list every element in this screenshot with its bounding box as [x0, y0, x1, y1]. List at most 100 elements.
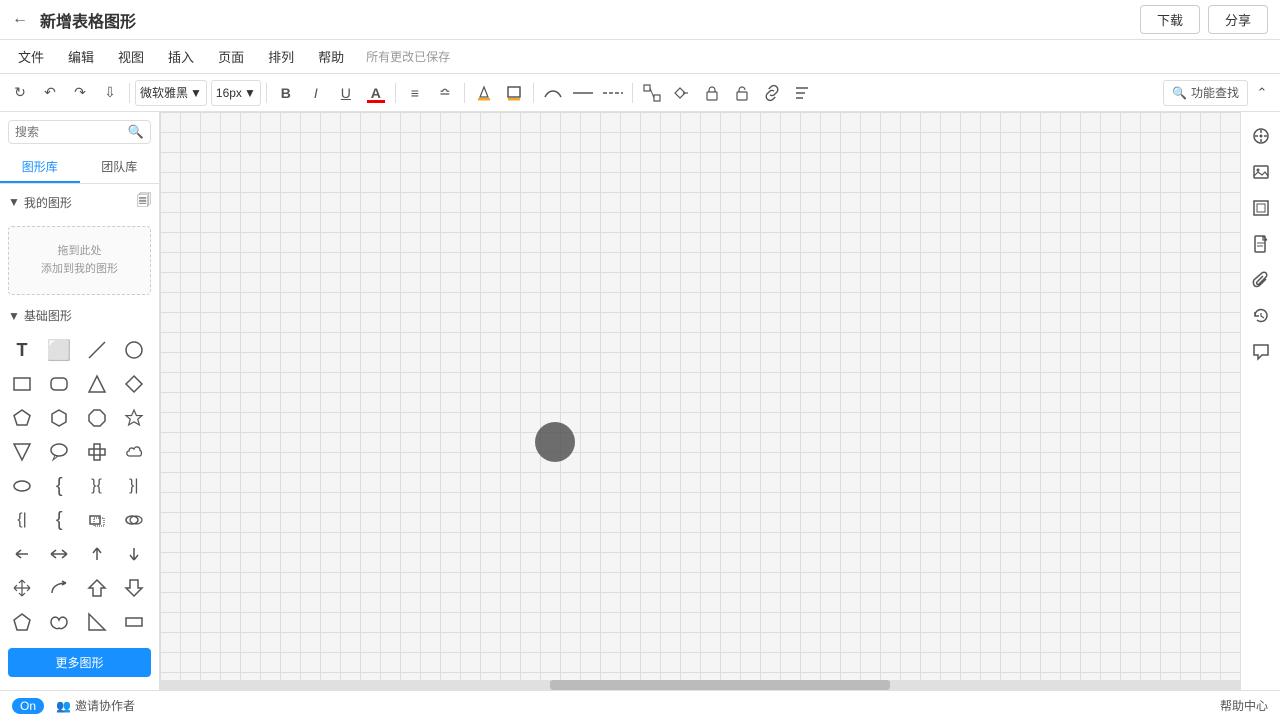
shape-rect2[interactable]	[81, 504, 113, 536]
shape-text[interactable]: T	[6, 334, 38, 366]
shape-extra-3[interactable]	[81, 606, 113, 638]
list-button[interactable]: ≏	[431, 80, 459, 106]
shape-rounded-rect[interactable]	[43, 368, 75, 400]
curved-line-button[interactable]	[539, 80, 567, 106]
menu-insert[interactable]: 插入	[158, 43, 204, 70]
canvas-area[interactable]	[160, 112, 1240, 690]
shape-cross[interactable]	[81, 436, 113, 468]
refresh-button[interactable]: ↻	[6, 80, 34, 106]
shape-oval2[interactable]	[118, 504, 150, 536]
shape-arrow-quad[interactable]	[6, 572, 38, 604]
compass-button[interactable]	[1245, 120, 1277, 152]
shape-rectangle[interactable]	[6, 368, 38, 400]
shape-brace2[interactable]: {	[43, 504, 75, 536]
dashed-line-button[interactable]	[599, 80, 627, 106]
separator-6	[632, 83, 633, 103]
stroke-color-button[interactable]	[500, 80, 528, 106]
menu-help[interactable]: 帮助	[308, 43, 354, 70]
frame-button[interactable]	[1245, 192, 1277, 224]
frame-icon	[1252, 199, 1270, 217]
shape-rect-wide[interactable]	[118, 606, 150, 638]
function-search[interactable]: 🔍 功能查找	[1163, 80, 1248, 106]
menu-page[interactable]: 页面	[208, 43, 254, 70]
attach-button[interactable]	[1245, 264, 1277, 296]
connect-button[interactable]	[638, 80, 666, 106]
separator-1	[129, 83, 130, 103]
my-shapes-add-icon[interactable]: 🗐	[137, 190, 151, 214]
lock-button[interactable]	[698, 80, 726, 106]
align-button[interactable]: ≡	[401, 80, 429, 106]
document-button[interactable]	[1245, 228, 1277, 260]
my-shapes-drop-area: 拖到此处 添加到我的图形	[8, 226, 151, 295]
shape-arrow-up2[interactable]	[81, 572, 113, 604]
menu-edit[interactable]: 编辑	[58, 43, 104, 70]
comment-button[interactable]	[1245, 336, 1277, 368]
shape-oval[interactable]	[6, 470, 38, 502]
bold-button[interactable]: B	[272, 80, 300, 106]
shape-arrow-down[interactable]	[118, 538, 150, 570]
redo-button[interactable]: ↷	[66, 80, 94, 106]
image-button[interactable]	[1245, 156, 1277, 188]
collapse-toolbar-button[interactable]: ⌃	[1250, 80, 1274, 106]
shape-arrow-up[interactable]	[81, 538, 113, 570]
undo-button[interactable]: ↶	[36, 80, 64, 106]
font-family-dropdown[interactable]: 微软雅黑 ▼	[135, 80, 207, 106]
shape-octagon[interactable]	[81, 402, 113, 434]
shape-down-triangle[interactable]	[6, 436, 38, 468]
shape-callout[interactable]	[43, 436, 75, 468]
shape-bracket[interactable]: }|	[118, 470, 150, 502]
shape-brace-mid[interactable]: }{	[81, 470, 113, 502]
clear-button[interactable]: ⇩	[96, 80, 124, 106]
basic-shapes-label: 基础图形	[24, 307, 72, 324]
format-button[interactable]	[788, 80, 816, 106]
shape-circle[interactable]	[118, 334, 150, 366]
link-button[interactable]	[758, 80, 786, 106]
shape-star[interactable]	[118, 402, 150, 434]
shape-pentagon[interactable]	[6, 402, 38, 434]
horizontal-scrollbar[interactable]	[160, 680, 1240, 690]
font-size-dropdown[interactable]: 16px ▼	[211, 80, 261, 106]
shape-arrow-down2[interactable]	[118, 572, 150, 604]
shape-line[interactable]	[81, 334, 113, 366]
straight-line-button[interactable]	[569, 80, 597, 106]
shape-arrow-left[interactable]	[6, 538, 38, 570]
tab-shapes-library[interactable]: 图形库	[0, 152, 80, 183]
shape-extra-2[interactable]	[43, 606, 75, 638]
history-icon	[1252, 307, 1270, 325]
download-button[interactable]: 下载	[1140, 5, 1200, 34]
shape-extra-1[interactable]	[6, 606, 38, 638]
fill-color-button[interactable]	[470, 80, 498, 106]
invite-collaborator-button[interactable]: 👥 邀请协作者	[56, 697, 135, 714]
unlock-button[interactable]	[728, 80, 756, 106]
more-shapes-button[interactable]: 更多图形	[8, 648, 151, 677]
back-button[interactable]: ←	[12, 10, 32, 30]
shape-cloud[interactable]	[118, 436, 150, 468]
waypoint-button[interactable]	[668, 80, 696, 106]
menu-view[interactable]: 视图	[108, 43, 154, 70]
shape-diamond[interactable]	[118, 368, 150, 400]
help-center-button[interactable]: 帮助中心	[1220, 697, 1268, 714]
shape-sticky-note[interactable]: ⬜	[43, 334, 75, 366]
shape-bracket-right[interactable]: {|	[6, 504, 38, 536]
font-color-button[interactable]: A	[362, 80, 390, 106]
my-shapes-header[interactable]: ▼ 我的图形 🗐	[0, 184, 159, 220]
shape-triangle[interactable]	[81, 368, 113, 400]
status-bar: On 👥 邀请协作者 帮助中心	[0, 690, 1280, 720]
shape-arrow-curve[interactable]	[43, 572, 75, 604]
title-left: ← 新增表格图形	[12, 8, 136, 32]
underline-button[interactable]: U	[332, 80, 360, 106]
basic-shapes-header[interactable]: ▼ 基础图形	[0, 301, 159, 330]
scrollbar-thumb[interactable]	[550, 680, 890, 690]
italic-button[interactable]: I	[302, 80, 330, 106]
history-button[interactable]	[1245, 300, 1277, 332]
menu-file[interactable]: 文件	[8, 43, 54, 70]
menu-arrange[interactable]: 排列	[258, 43, 304, 70]
tab-team-library[interactable]: 团队库	[80, 152, 160, 183]
on-badge[interactable]: On	[12, 698, 44, 714]
shape-hexagon[interactable]	[43, 402, 75, 434]
share-button[interactable]: 分享	[1208, 5, 1268, 34]
sidebar-search-container[interactable]: 🔍	[8, 120, 151, 144]
shape-arrow-double[interactable]	[43, 538, 75, 570]
shape-brace-left[interactable]: {	[43, 470, 75, 502]
search-input[interactable]	[15, 125, 128, 139]
